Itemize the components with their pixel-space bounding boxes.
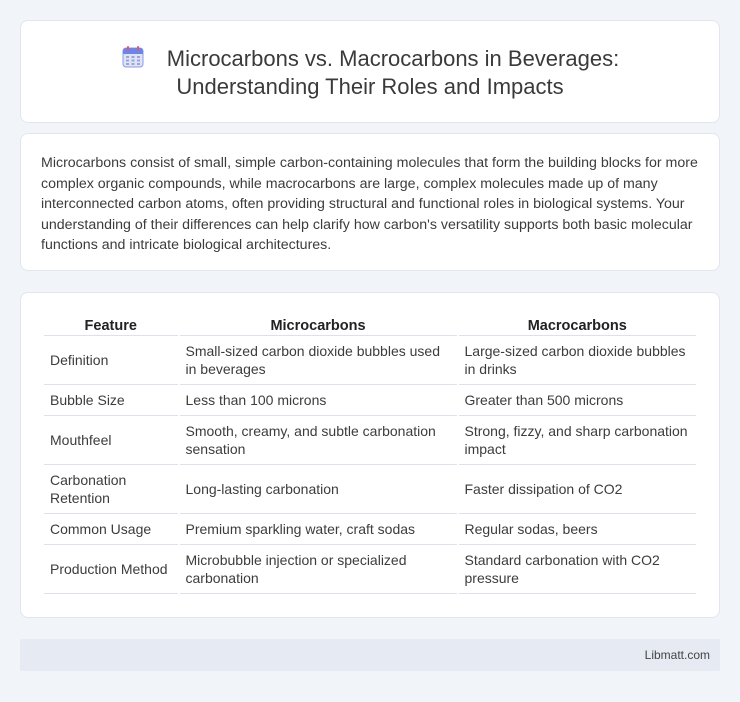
cell-feature: Definition	[44, 336, 178, 385]
cell-microcarbons: Less than 100 microns	[179, 385, 457, 416]
table-row: Common Usage Premium sparkling water, cr…	[44, 514, 696, 545]
table-row: Bubble Size Less than 100 microns Greate…	[44, 385, 696, 416]
cell-microcarbons: Premium sparkling water, craft sodas	[179, 514, 457, 545]
intro-paragraph: Microcarbons consist of small, simple ca…	[41, 155, 698, 253]
comparison-table: Feature Microcarbons Macrocarbons Defini…	[42, 314, 698, 594]
table-row: Definition Small-sized carbon dioxide bu…	[44, 336, 696, 385]
header-macrocarbons: Macrocarbons	[458, 314, 696, 336]
cell-macrocarbons: Standard carbonation with CO2 pressure	[458, 545, 696, 594]
title-wrap: Microcarbons vs. Macrocarbons in Beverag…	[21, 45, 719, 101]
cell-feature: Mouthfeel	[44, 416, 178, 465]
cell-microcarbons: Small-sized carbon dioxide bubbles used …	[179, 336, 457, 385]
cell-feature: Common Usage	[44, 514, 178, 545]
calendar-icon	[122, 46, 144, 68]
cell-macrocarbons: Strong, fizzy, and sharp carbonation imp…	[458, 416, 696, 465]
title-line-2: Understanding Their Roles and Impacts	[176, 74, 564, 99]
table-header-row: Feature Microcarbons Macrocarbons	[44, 314, 696, 336]
footer: Libmatt.com	[20, 639, 720, 671]
table-row: Mouthfeel Smooth, creamy, and subtle car…	[44, 416, 696, 465]
cell-microcarbons: Smooth, creamy, and subtle carbonation s…	[179, 416, 457, 465]
cell-macrocarbons: Large-sized carbon dioxide bubbles in dr…	[458, 336, 696, 385]
cell-macrocarbons: Greater than 500 microns	[458, 385, 696, 416]
cell-macrocarbons: Regular sodas, beers	[458, 514, 696, 545]
table-row: Carbonation Retention Long-lasting carbo…	[44, 465, 696, 514]
header-feature: Feature	[44, 314, 178, 336]
cell-microcarbons: Long-lasting carbonation	[179, 465, 457, 514]
table-row: Production Method Microbubble injection …	[44, 545, 696, 594]
page-title: Microcarbons vs. Macrocarbons in Beverag…	[21, 45, 719, 101]
footer-brand-link[interactable]: Libmatt.com	[645, 648, 710, 662]
cell-feature: Carbonation Retention	[44, 465, 178, 514]
intro-card: Microcarbons consist of small, simple ca…	[20, 133, 720, 271]
comparison-card: Feature Microcarbons Macrocarbons Defini…	[20, 292, 720, 618]
cell-macrocarbons: Faster dissipation of CO2	[458, 465, 696, 514]
title-line-1: Microcarbons vs. Macrocarbons in Beverag…	[166, 46, 620, 71]
title-card: Microcarbons vs. Macrocarbons in Beverag…	[20, 20, 720, 123]
cell-feature: Bubble Size	[44, 385, 178, 416]
cell-microcarbons: Microbubble injection or specialized car…	[179, 545, 457, 594]
cell-feature: Production Method	[44, 545, 178, 594]
header-microcarbons: Microcarbons	[179, 314, 457, 336]
